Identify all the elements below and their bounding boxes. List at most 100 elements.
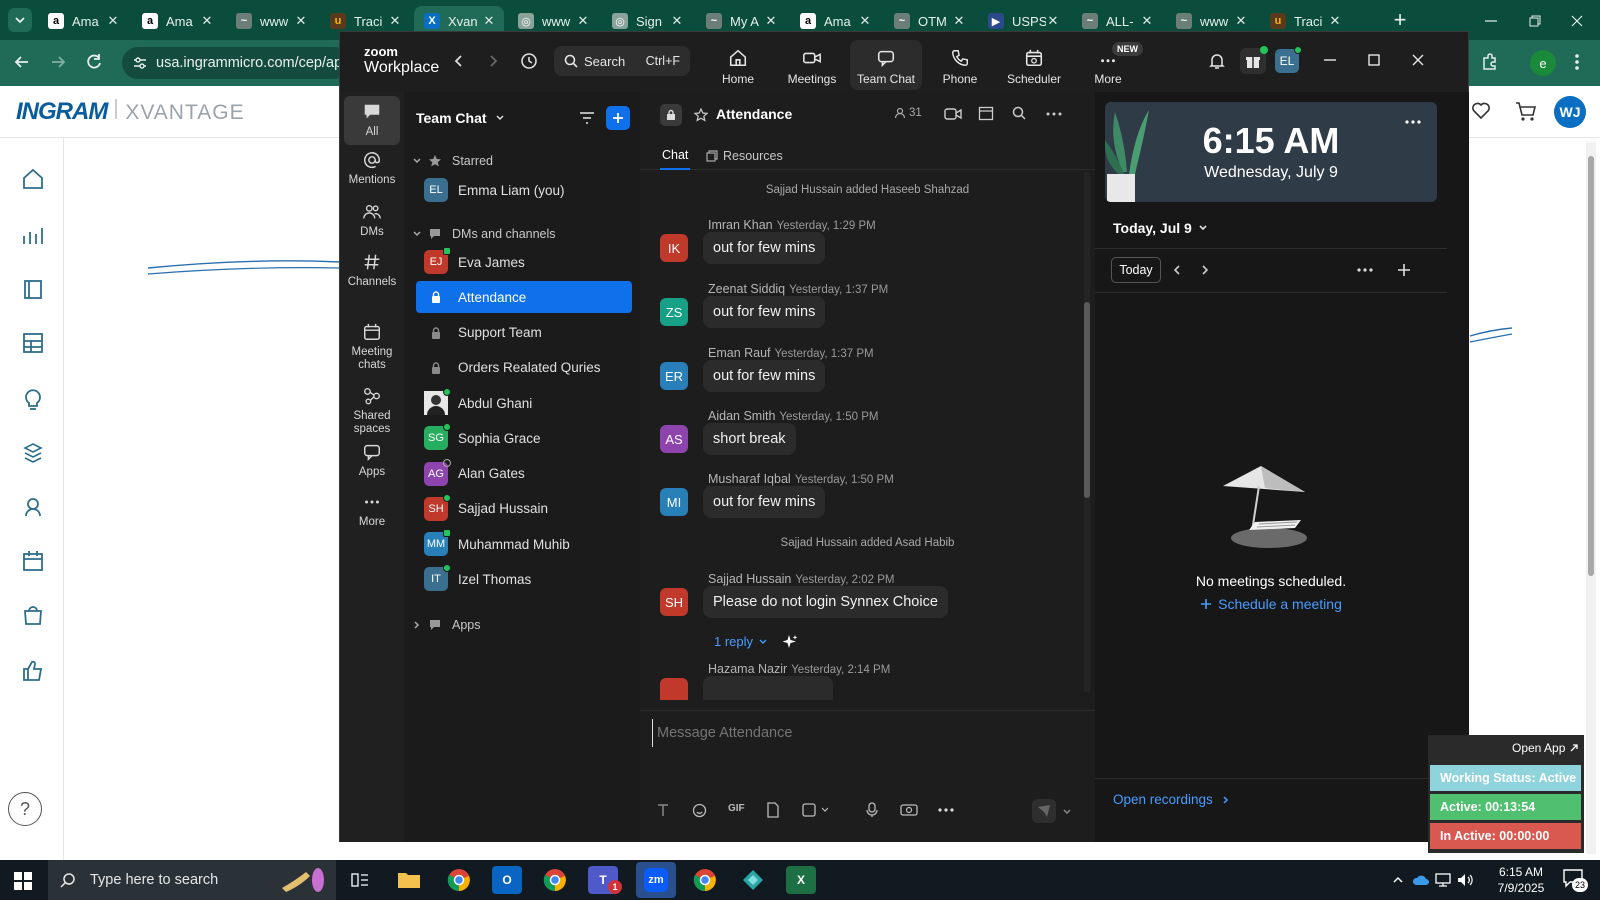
send-options-button[interactable] <box>1062 807 1072 817</box>
page-scrollbar[interactable] <box>1586 142 1596 854</box>
screenshot-button[interactable] <box>802 803 828 817</box>
tab-close-icon[interactable]: ✕ <box>294 13 308 29</box>
open-recordings-link[interactable]: Open recordings <box>1113 792 1231 807</box>
taskbar-clock[interactable]: 6:15 AM 7/9/2025 <box>1486 864 1556 896</box>
dm-item[interactable]: AG Alan Gates <box>416 458 632 490</box>
zoom-back-button[interactable] <box>452 54 466 68</box>
apps-section-header[interactable]: Apps <box>412 618 481 632</box>
chevron-up-icon[interactable] <box>1392 874 1404 886</box>
nav-meetings[interactable]: Meetings <box>776 40 848 90</box>
browser-tab[interactable]: ~ www ✕ <box>226 6 316 36</box>
rail-mentions[interactable]: Mentions <box>344 150 400 187</box>
tab-close-icon[interactable]: ✕ <box>1328 13 1342 29</box>
schedule-meeting-link[interactable]: Schedule a meeting <box>1095 596 1447 612</box>
rail-apps[interactable]: Apps <box>344 442 400 479</box>
taskbar-chrome-3[interactable] <box>690 866 720 894</box>
star-channel-button[interactable] <box>694 108 708 122</box>
channel-item[interactable]: Orders Realated Quries <box>416 352 632 384</box>
zoom-close-button[interactable] <box>1408 50 1428 70</box>
chat-list-header[interactable]: Team Chat <box>416 110 505 126</box>
taskbar-file-explorer[interactable] <box>394 866 424 894</box>
restore-window-button[interactable] <box>1520 6 1550 36</box>
message-bubble[interactable]: out for few mins <box>703 232 826 264</box>
onedrive-icon[interactable] <box>1412 874 1430 886</box>
start-button[interactable] <box>14 872 32 890</box>
attach-file-button[interactable] <box>766 802 780 818</box>
sender-name[interactable]: Eman Rauf <box>708 346 771 360</box>
tab-close-icon[interactable]: ✕ <box>1234 13 1248 29</box>
message-bubble[interactable]: Please do not login Synnex Choice <box>703 586 948 618</box>
wishlist-button[interactable] <box>1470 100 1492 122</box>
notification-center-button[interactable]: 23 <box>1562 868 1588 892</box>
zoom-history-button[interactable] <box>520 52 538 70</box>
sender-name[interactable]: Zeenat Siddiq <box>708 282 785 296</box>
notifications-button[interactable] <box>1208 52 1226 70</box>
today-button[interactable]: Today <box>1111 257 1161 283</box>
format-text-button[interactable] <box>656 803 670 817</box>
dm-item[interactable]: SG Sophia Grace <box>416 422 632 454</box>
zoom-profile-avatar[interactable]: EL <box>1275 46 1302 73</box>
tab-close-icon[interactable]: ✕ <box>670 13 684 29</box>
nav-phone[interactable]: Phone <box>924 40 996 90</box>
channel-more-button[interactable] <box>1046 112 1062 116</box>
sidebar-catalog[interactable] <box>20 276 46 302</box>
extensions-button[interactable] <box>1480 52 1500 72</box>
reload-button[interactable] <box>84 52 104 72</box>
zoom-maximize-button[interactable] <box>1364 50 1384 70</box>
zoom-minimize-button[interactable] <box>1320 50 1340 70</box>
tab-close-icon[interactable]: ✕ <box>952 13 966 29</box>
zoom-forward-button[interactable] <box>486 54 500 68</box>
chat-search-button[interactable] <box>1012 106 1026 120</box>
channel-title[interactable]: Attendance <box>716 106 792 122</box>
zoom-search-box[interactable]: Search Ctrl+F <box>554 46 690 76</box>
minimize-window-button[interactable] <box>1476 6 1506 36</box>
chrome-menu-button[interactable] <box>1574 52 1580 72</box>
gift-button[interactable] <box>1240 46 1268 74</box>
message-avatar[interactable]: ER <box>660 362 688 390</box>
message-avatar[interactable]: SH <box>660 588 688 616</box>
browser-tab[interactable]: a Ama ✕ <box>38 6 128 36</box>
tab-close-icon[interactable]: ✕ <box>1046 13 1060 29</box>
message-avatar[interactable]: MI <box>660 488 688 516</box>
dms-section-header[interactable]: DMs and channels <box>412 227 556 241</box>
dm-item[interactable]: EJ Eva James <box>416 246 632 278</box>
tab-close-icon[interactable]: ✕ <box>200 13 214 29</box>
tab-close-icon[interactable]: ✕ <box>576 13 590 29</box>
volume-icon[interactable] <box>1456 872 1474 888</box>
network-icon[interactable] <box>1434 872 1452 888</box>
rail-channels[interactable]: Channels <box>344 252 400 289</box>
message-bubble[interactable]: out for few mins <box>703 360 826 392</box>
cart-button[interactable] <box>1514 100 1538 122</box>
help-button[interactable]: ? <box>8 792 42 826</box>
taskbar-chrome-1[interactable] <box>444 866 474 894</box>
ai-summary-button[interactable] <box>782 634 798 650</box>
taskbar-excel[interactable]: X <box>786 866 816 894</box>
page-scrollbar-thumb[interactable] <box>1588 156 1594 576</box>
rail-meeting-chats[interactable]: Meeting chats <box>344 322 400 372</box>
message-bubble[interactable]: short break <box>703 423 796 455</box>
next-day-button[interactable] <box>1199 264 1211 276</box>
taskbar-app-gem[interactable] <box>738 866 768 894</box>
clock-more-button[interactable] <box>1405 120 1421 124</box>
message-avatar[interactable]: ZS <box>660 298 688 326</box>
new-tab-button[interactable]: + <box>1388 8 1412 32</box>
task-view-button[interactable] <box>350 870 370 890</box>
sidebar-support[interactable] <box>20 494 46 520</box>
close-window-button[interactable] <box>1562 6 1592 36</box>
member-count-button[interactable]: 31 <box>894 107 922 119</box>
sidebar-analytics[interactable] <box>20 222 46 248</box>
browser-tab[interactable]: a Ama ✕ <box>132 6 222 36</box>
dm-item[interactable]: Abdul Ghani <box>416 387 632 419</box>
tab-search-button[interactable] <box>8 8 32 32</box>
add-event-button[interactable] <box>1397 263 1411 277</box>
sidebar-calendar[interactable] <box>20 548 46 574</box>
message-bubble[interactable]: out for few mins <box>703 296 826 328</box>
tab-close-icon[interactable]: ✕ <box>858 13 872 29</box>
tab-close-icon[interactable]: ✕ <box>388 13 402 29</box>
gif-button[interactable]: GIF <box>728 803 745 814</box>
starred-section-header[interactable]: Starred <box>412 154 493 168</box>
dm-item[interactable]: EL Emma Liam (you) <box>416 174 632 206</box>
audio-message-button[interactable] <box>866 802 878 818</box>
nav-team-chat[interactable]: Team Chat <box>850 40 922 90</box>
taskbar-outlook[interactable]: O <box>492 866 522 894</box>
